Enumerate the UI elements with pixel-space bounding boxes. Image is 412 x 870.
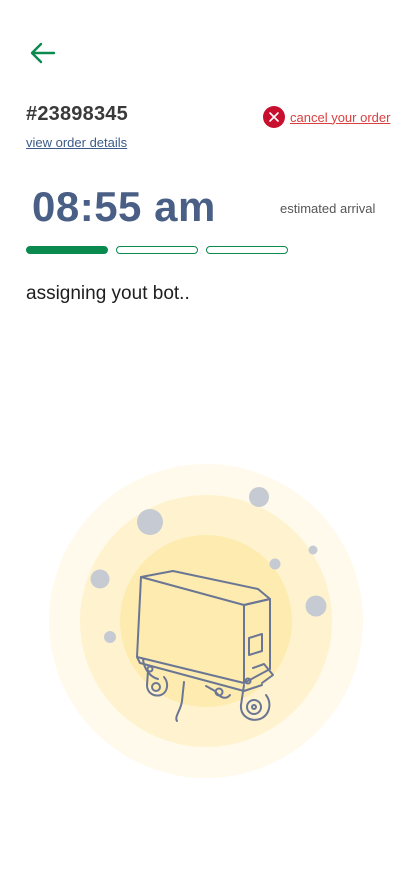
estimated-arrival-time: 08:55 am	[32, 183, 216, 230]
cancel-order-label: cancel your order	[290, 109, 391, 125]
close-circle-icon	[263, 106, 285, 128]
order-id: #23898345	[26, 103, 128, 125]
back-button[interactable]	[26, 36, 60, 70]
delivery-robot-icon	[49, 464, 363, 778]
progress-step-1	[26, 246, 108, 254]
estimated-arrival-label: estimated arrival	[280, 201, 376, 216]
cancel-order-button[interactable]: cancel your order	[263, 106, 390, 128]
view-order-details-link[interactable]: view order details	[26, 135, 127, 150]
delivery-robot-illustration	[48, 463, 364, 779]
arrow-left-icon	[30, 42, 56, 64]
status-message: assigning yout bot..	[26, 283, 190, 304]
order-progress-bar	[26, 246, 288, 254]
progress-step-3	[206, 246, 288, 254]
progress-step-2	[116, 246, 198, 254]
